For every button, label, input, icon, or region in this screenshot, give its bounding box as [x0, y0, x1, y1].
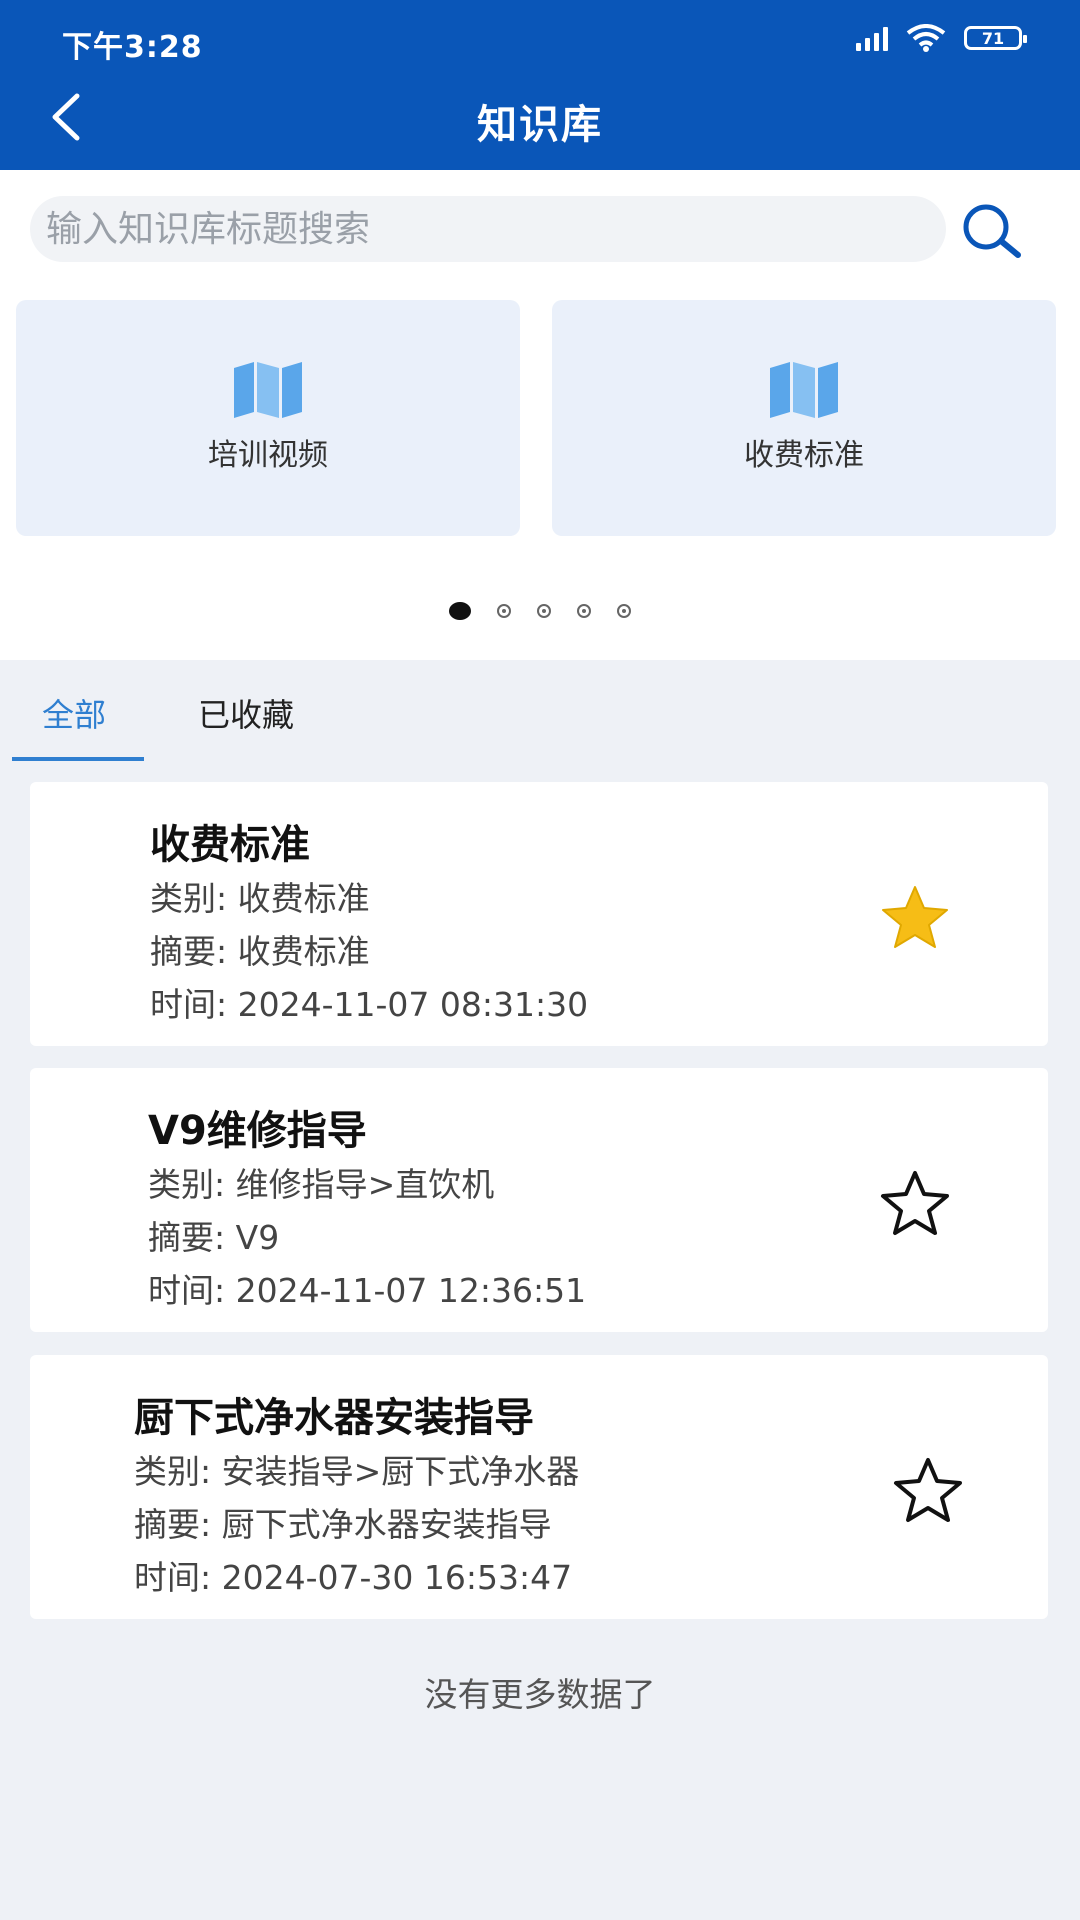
wifi-icon [906, 24, 946, 52]
item-time: 时间: 2024-11-07 12:36:51 [148, 1264, 586, 1312]
tab-underline [12, 757, 144, 761]
category-label: 类别: [148, 1165, 226, 1204]
category-label: 类别: [150, 879, 228, 918]
category-value: 安装指导>厨下式净水器 [221, 1452, 580, 1491]
search-icon [963, 204, 1021, 258]
item-summary: 摘要: V9 [148, 1211, 279, 1259]
filter-tabs: 全部 已收藏 [0, 660, 1080, 760]
tile-fee-standard[interactable]: 收费标准 [552, 300, 1056, 536]
category-value: 收费标准 [237, 879, 370, 918]
carousel-pager [0, 602, 1080, 620]
favorite-button[interactable] [870, 1158, 960, 1248]
summary-label: 摘要: [150, 932, 228, 971]
summary-label: 摘要: [134, 1505, 212, 1544]
summary-value: V9 [235, 1218, 280, 1257]
time-label: 时间: [150, 985, 228, 1024]
pager-dot[interactable] [449, 602, 471, 620]
favorite-button[interactable] [870, 872, 960, 962]
search-button[interactable] [952, 196, 1032, 266]
list-item[interactable]: V9维修指导 类别: 维修指导>直饮机 摘要: V9 时间: 2024-11-0… [30, 1068, 1048, 1332]
category-value: 维修指导>直饮机 [235, 1165, 495, 1204]
tile-label: 培训视频 [208, 438, 328, 473]
item-title: 收费标准 [150, 822, 310, 868]
summary-label: 摘要: [148, 1218, 226, 1257]
status-icons: 71 [856, 24, 1027, 52]
signal-icon [856, 25, 888, 51]
category-label: 类别: [134, 1452, 212, 1491]
map-icon [234, 362, 302, 418]
battery-level: 71 [981, 28, 1005, 48]
list-item[interactable]: 厨下式净水器安装指导 类别: 安装指导>厨下式净水器 摘要: 厨下式净水器安装指… [30, 1355, 1048, 1619]
tab-favorited[interactable]: 已收藏 [198, 690, 294, 736]
app-header: 下午3:28 71 知识库 [0, 0, 1080, 170]
pager-dot[interactable] [617, 604, 631, 618]
item-summary: 摘要: 厨下式净水器安装指导 [134, 1498, 552, 1546]
tile-label: 收费标准 [744, 438, 864, 473]
status-time: 下午3:28 [62, 30, 203, 65]
page-title: 知识库 [477, 102, 603, 148]
item-summary: 摘要: 收费标准 [150, 925, 370, 973]
star-outline-icon [881, 1171, 949, 1235]
search-field[interactable] [30, 196, 946, 262]
tab-all[interactable]: 全部 [42, 690, 106, 736]
battery-icon: 71 [964, 26, 1027, 50]
item-title: V9维修指导 [148, 1108, 367, 1154]
pager-dot[interactable] [577, 604, 591, 618]
summary-value: 厨下式净水器安装指导 [221, 1505, 552, 1544]
item-time: 时间: 2024-07-30 16:53:47 [134, 1551, 572, 1599]
search-input[interactable] [44, 207, 946, 251]
pager-dot[interactable] [537, 604, 551, 618]
no-more-data-text: 没有更多数据了 [424, 1675, 656, 1714]
time-value: 2024-11-07 12:36:51 [235, 1271, 587, 1310]
map-icon [770, 362, 838, 418]
time-value: 2024-07-30 16:53:47 [221, 1558, 573, 1597]
item-title: 厨下式净水器安装指导 [134, 1395, 534, 1441]
time-value: 2024-11-07 08:31:30 [237, 985, 589, 1024]
item-time: 时间: 2024-11-07 08:31:30 [150, 978, 588, 1026]
time-label: 时间: [148, 1271, 226, 1310]
pager-dot[interactable] [497, 604, 511, 618]
tile-training-video[interactable]: 培训视频 [16, 300, 520, 536]
star-outline-icon [894, 1458, 962, 1522]
star-filled-icon [882, 886, 948, 948]
favorite-button[interactable] [883, 1445, 973, 1535]
time-label: 时间: [134, 1558, 212, 1597]
summary-value: 收费标准 [237, 932, 370, 971]
list-item[interactable]: 收费标准 类别: 收费标准 摘要: 收费标准 时间: 2024-11-07 08… [30, 782, 1048, 1046]
item-category: 类别: 维修指导>直饮机 [148, 1158, 494, 1206]
item-category: 类别: 安装指导>厨下式净水器 [134, 1445, 579, 1493]
item-category: 类别: 收费标准 [150, 872, 370, 920]
